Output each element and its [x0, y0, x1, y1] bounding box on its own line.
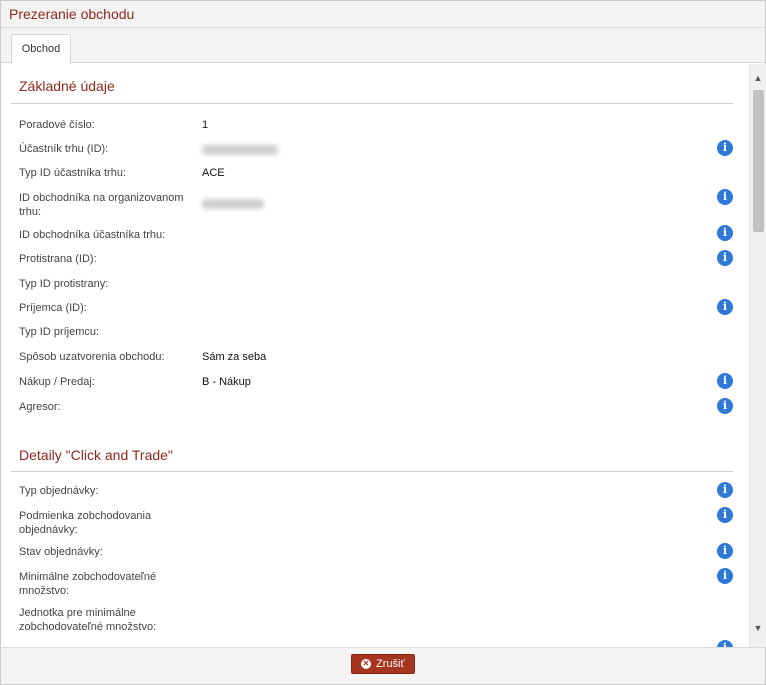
- field-label: Spôsob uzatvorenia obchodu:: [19, 351, 165, 363]
- redacted-value: [202, 145, 278, 155]
- dialog-title: Prezeranie obchodu: [9, 6, 135, 22]
- scrollbar-thumb[interactable]: [753, 90, 764, 232]
- info-icon[interactable]: i: [717, 189, 733, 205]
- info-icon[interactable]: i: [717, 543, 733, 559]
- chevron-up-icon[interactable]: ▲: [750, 70, 766, 86]
- field-label: Poradové číslo:: [19, 119, 95, 131]
- tab-strip: Obchod: [1, 28, 765, 64]
- field-label: Podmienka zobchodovania objednávky:: [19, 510, 152, 536]
- field-label: ID obchodníka účastníka trhu:: [19, 229, 166, 241]
- field-value: B - Nákup: [202, 376, 251, 388]
- vertical-scrollbar[interactable]: ▲ ▼: [749, 64, 766, 647]
- info-icon[interactable]: i: [717, 398, 733, 414]
- field-label: Typ ID účastníka trhu:: [19, 167, 126, 179]
- field-label: Typ ID protistrany:: [19, 278, 109, 290]
- trade-view-dialog: Prezeranie obchodu Obchod Základné údaje…: [0, 0, 766, 685]
- section-divider: [11, 103, 733, 104]
- section-divider: [11, 471, 733, 472]
- info-icon[interactable]: i: [717, 140, 733, 156]
- section-title-basic: Základné údaje: [19, 78, 115, 94]
- redacted-value: [202, 199, 264, 209]
- tab-obchod[interactable]: Obchod: [11, 34, 71, 64]
- info-icon[interactable]: i: [717, 373, 733, 389]
- field-value: ACE: [202, 167, 225, 179]
- field-label: Protistrana (ID):: [19, 253, 97, 265]
- cancel-button-label: Zrušiť: [376, 658, 405, 670]
- field-label: Jednotka pre minimálne zobchodovateľné m…: [19, 607, 157, 633]
- field-label: Typ ID príjemcu:: [19, 326, 100, 338]
- close-circle-icon: ✕: [361, 659, 371, 669]
- info-icon[interactable]: i: [717, 299, 733, 315]
- field-label: Agresor:: [19, 401, 61, 413]
- info-icon[interactable]: i: [717, 250, 733, 266]
- field-label: Stav objednávky:: [19, 546, 103, 558]
- info-icon[interactable]: i: [717, 507, 733, 523]
- field-label: Príjemca (ID):: [19, 302, 87, 314]
- field-value: 1: [202, 119, 209, 131]
- info-icon[interactable]: i: [717, 482, 733, 498]
- info-icon[interactable]: i: [717, 225, 733, 241]
- chevron-down-icon[interactable]: ▼: [750, 620, 766, 636]
- cancel-button[interactable]: ✕ Zrušiť: [351, 654, 415, 674]
- field-label: Minimálne zobchodovateľné množstvo:: [19, 571, 157, 597]
- form-content: Základné údaje Poradové číslo: 1 Účastní…: [1, 64, 749, 647]
- dialog-titlebar: Prezeranie obchodu: [1, 1, 765, 28]
- info-icon[interactable]: i: [717, 568, 733, 584]
- field-label: Typ objednávky:: [19, 485, 99, 497]
- dialog-footer: ✕ Zrušiť: [1, 647, 765, 684]
- field-label: Účastník trhu (ID):: [19, 143, 109, 155]
- info-icon[interactable]: i: [717, 640, 733, 647]
- field-value: Sám za seba: [202, 351, 267, 363]
- field-label: Nákup / Predaj:: [19, 376, 95, 388]
- section-title-click-and-trade: Detaily "Click and Trade": [19, 447, 173, 463]
- field-label: ID obchodníka na organizovanom trhu:: [19, 192, 184, 218]
